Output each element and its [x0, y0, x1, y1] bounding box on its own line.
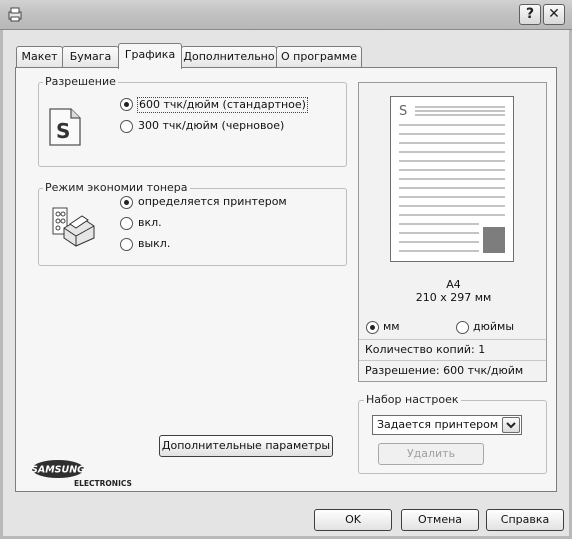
toner-on-radio[interactable] — [120, 217, 133, 230]
samsung-logo: SAMSUNG ELECTRONICS — [31, 458, 152, 488]
tab-advanced[interactable]: Дополнительно — [181, 46, 277, 67]
toner-save-legend: Режим экономии тонера — [43, 181, 190, 194]
units-inch-label[interactable]: дюймы — [473, 320, 514, 334]
units-mm-label[interactable]: мм — [383, 320, 400, 334]
title-bar — [0, 0, 572, 30]
help-icon: ? — [525, 6, 535, 22]
units-inch-radio[interactable] — [456, 321, 469, 334]
printer-app-icon — [7, 7, 23, 22]
advanced-options-button[interactable]: Дополнительные параметры — [159, 435, 333, 457]
svg-text:SAMSUNG: SAMSUNG — [32, 465, 85, 476]
resolution-600-label[interactable]: 600 тчк/дюйм (стандартное) — [137, 97, 308, 113]
resolution-600-radio[interactable] — [120, 98, 133, 111]
toner-printer-default-radio[interactable] — [120, 196, 133, 209]
resolution-document-icon: S — [48, 108, 82, 146]
presets-select[interactable]: Задается принтером — [372, 415, 522, 435]
tab-label: О программе — [281, 50, 357, 63]
tab-label: Бумага — [69, 50, 112, 63]
resolution-300-label[interactable]: 300 тчк/дюйм (черновое) — [138, 119, 284, 133]
tab-graphics[interactable]: Графика — [118, 43, 182, 69]
presets-legend: Набор настроек — [364, 393, 461, 406]
close-title-button[interactable]: ✕ — [543, 4, 565, 25]
help-button[interactable]: Справка — [486, 509, 564, 531]
units-mm-radio[interactable] — [366, 321, 379, 334]
ok-button[interactable]: OK — [314, 509, 392, 531]
page-preview: S — [390, 96, 514, 262]
preview-panel: S A4 210 x 297 мм мм дюймы Количество ко… — [358, 82, 547, 382]
tab-label: Графика — [124, 48, 176, 61]
page-preview-lines: S — [399, 104, 505, 253]
toner-printer-icon — [52, 204, 96, 248]
tab-label: Дополнительно — [183, 50, 275, 63]
tab-paper[interactable]: Бумага — [62, 46, 119, 67]
toner-off-label[interactable]: выкл. — [138, 237, 170, 251]
close-icon: ✕ — [548, 6, 560, 22]
presets-select-value: Задается принтером — [377, 418, 499, 431]
help-title-button[interactable]: ? — [519, 4, 541, 25]
cancel-button[interactable]: Отмена — [401, 509, 479, 531]
svg-text:ELECTRONICS: ELECTRONICS — [74, 479, 132, 488]
resolution-legend: Разрешение — [43, 75, 118, 88]
toner-printer-default-label[interactable]: определяется принтером — [138, 195, 287, 209]
delete-preset-button[interactable]: Удалить — [378, 443, 484, 465]
chevron-down-icon — [506, 422, 516, 429]
paper-name: A4 — [446, 278, 461, 291]
svg-text:S: S — [399, 104, 407, 119]
resolution-300-radio[interactable] — [120, 120, 133, 133]
tab-layout[interactable]: Макет — [16, 46, 63, 67]
paper-size: 210 x 297 мм — [415, 291, 492, 304]
tab-about[interactable]: О программе — [276, 46, 362, 67]
toner-on-label[interactable]: вкл. — [138, 216, 162, 230]
copies-info: Количество копий: 1 — [359, 339, 546, 360]
resolution-info: Разрешение: 600 тчк/дюйм — [359, 360, 546, 381]
toner-off-radio[interactable] — [120, 238, 133, 251]
svg-text:S: S — [56, 119, 70, 143]
graphics-tab-panel: Разрешение S 600 тчк/дюйм (стандартное) … — [15, 67, 557, 492]
tab-label: Макет — [21, 50, 58, 63]
presets-dropdown-button[interactable] — [502, 417, 520, 433]
